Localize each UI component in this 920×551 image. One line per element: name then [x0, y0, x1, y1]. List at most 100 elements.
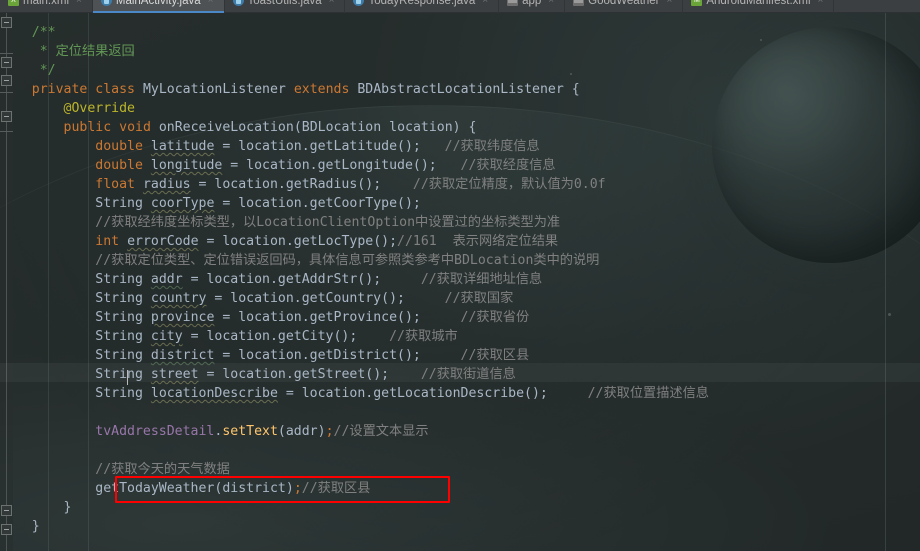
tab-label: AndroidManifest.xml [706, 0, 811, 7]
code-token: = location.getDistrict(); [214, 348, 421, 363]
code-token: //获取省份 [420, 310, 530, 325]
code-token: ng [127, 367, 143, 382]
code-line[interactable]: String locationDescribe = location.getLo… [0, 384, 920, 403]
code-line[interactable]: //获取经纬度坐标类型，以LocationClientOption中设置过的坐标… [0, 213, 920, 232]
code-token: street [150, 367, 199, 382]
code-token: latitude [150, 139, 215, 154]
code-line[interactable]: String city = location.getCity(); //获取城市 [0, 327, 920, 346]
code-token: BDLocation [301, 120, 382, 135]
tab-app-module[interactable]: app × [499, 0, 566, 13]
close-icon[interactable]: × [548, 0, 554, 6]
code-line[interactable] [0, 536, 920, 551]
close-icon[interactable]: × [482, 0, 488, 6]
code-token: //获取详细地址信息 [381, 272, 543, 287]
source-code-text[interactable]: /** * 定位结果返回 */ private class MyLocation… [0, 13, 920, 551]
code-token: = location.getLocationDescribe(); [277, 386, 548, 401]
code-token: //获取区县 [420, 348, 530, 363]
code-line[interactable]: */ [0, 61, 920, 80]
code-token: public [63, 120, 112, 135]
tab-goodweather-module[interactable]: GoodWeather × [565, 0, 684, 13]
code-line[interactable]: } [0, 517, 920, 536]
manifest-xml-icon: M [691, 0, 703, 6]
code-token: double [95, 139, 143, 154]
code-token: addr [150, 272, 183, 287]
code-line[interactable]: float radius = location.getRadius(); //获… [0, 175, 920, 194]
code-token: = location.getLocType(); [198, 234, 398, 249]
tab-label: main.xml [23, 0, 70, 7]
code-token: * 定位结果返回 [39, 44, 135, 59]
code-token: //获取纬度信息 [420, 139, 540, 154]
code-token: */ [39, 63, 56, 78]
code-line[interactable]: @Override [0, 99, 920, 118]
code-line[interactable]: int errorCode = location.getLocType();//… [0, 232, 920, 251]
code-line[interactable] [0, 403, 920, 422]
code-token: //获取经度信息 [436, 158, 556, 173]
code-token: MyLocationListener [142, 82, 286, 97]
code-line[interactable]: //获取定位类型、定位错误返回码，具体信息可参照类参考中BDLocation类中… [0, 251, 920, 270]
close-icon[interactable]: × [208, 0, 214, 6]
code-line[interactable]: String district = location.getDistrict()… [0, 346, 920, 365]
close-icon[interactable]: × [667, 0, 673, 6]
code-token: Stri [95, 367, 128, 382]
code-line[interactable]: double latitude = location.getLatitude()… [0, 137, 920, 156]
code-line[interactable]: String province = location.getProvince()… [0, 308, 920, 327]
code-line[interactable]: String street = location.getStreet(); //… [0, 365, 920, 385]
code-token: ) { [452, 120, 477, 135]
code-line[interactable]: tvAddressDetail.setText(addr);//设置文本显示 [0, 422, 920, 441]
tab-todayresponse-java[interactable]: TodayResponse.java × [345, 0, 500, 13]
code-line[interactable] [0, 441, 920, 460]
close-icon[interactable]: × [818, 0, 824, 6]
code-token: class [95, 82, 135, 97]
tab-androidmanifest-xml[interactable]: M AndroidManifest.xml × [683, 0, 835, 13]
code-token: @Override [63, 101, 135, 116]
code-line[interactable]: /** [0, 23, 920, 42]
code-line[interactable]: public void onReceiveLocation(BDLocation… [0, 118, 920, 137]
tab-main-xml[interactable]: X main.xml × [0, 0, 93, 13]
code-token: String [95, 386, 143, 401]
code-token: private [31, 82, 88, 97]
code-line[interactable]: private class MyLocationListener extends… [0, 80, 920, 99]
code-token: setText [222, 424, 278, 439]
code-token: String [95, 196, 143, 211]
code-line[interactable]: String addr = location.getAddrStr(); //获… [0, 270, 920, 289]
code-line[interactable]: * 定位结果返回 [0, 42, 920, 61]
tab-label: TodayResponse.java [368, 0, 476, 7]
tab-mainactivity-java[interactable]: MainActivity.java × [92, 0, 225, 13]
code-token: longitude [150, 158, 223, 173]
code-editor[interactable]: /** * 定位结果返回 */ private class MyLocation… [0, 13, 920, 551]
code-token: //获取国家 [404, 291, 514, 306]
code-token: //161 [397, 234, 437, 249]
java-class-icon [100, 0, 112, 6]
tab-toastutils-java[interactable]: ToastUtils.java × [225, 0, 346, 13]
code-token: void [119, 120, 151, 135]
code-token: String [95, 291, 143, 306]
code-line[interactable]: double longitude = location.getLongitude… [0, 156, 920, 175]
code-token: //获取定位精度，默认值为0.0f [381, 177, 606, 192]
close-icon[interactable]: × [329, 0, 335, 6]
code-line[interactable]: String country = location.getCountry(); … [0, 289, 920, 308]
code-line[interactable]: String coorType = location.getCoorType()… [0, 194, 920, 213]
close-icon[interactable]: × [76, 0, 82, 6]
code-token: //获取城市 [357, 329, 458, 344]
code-token: tvAddressDetail [95, 424, 215, 439]
